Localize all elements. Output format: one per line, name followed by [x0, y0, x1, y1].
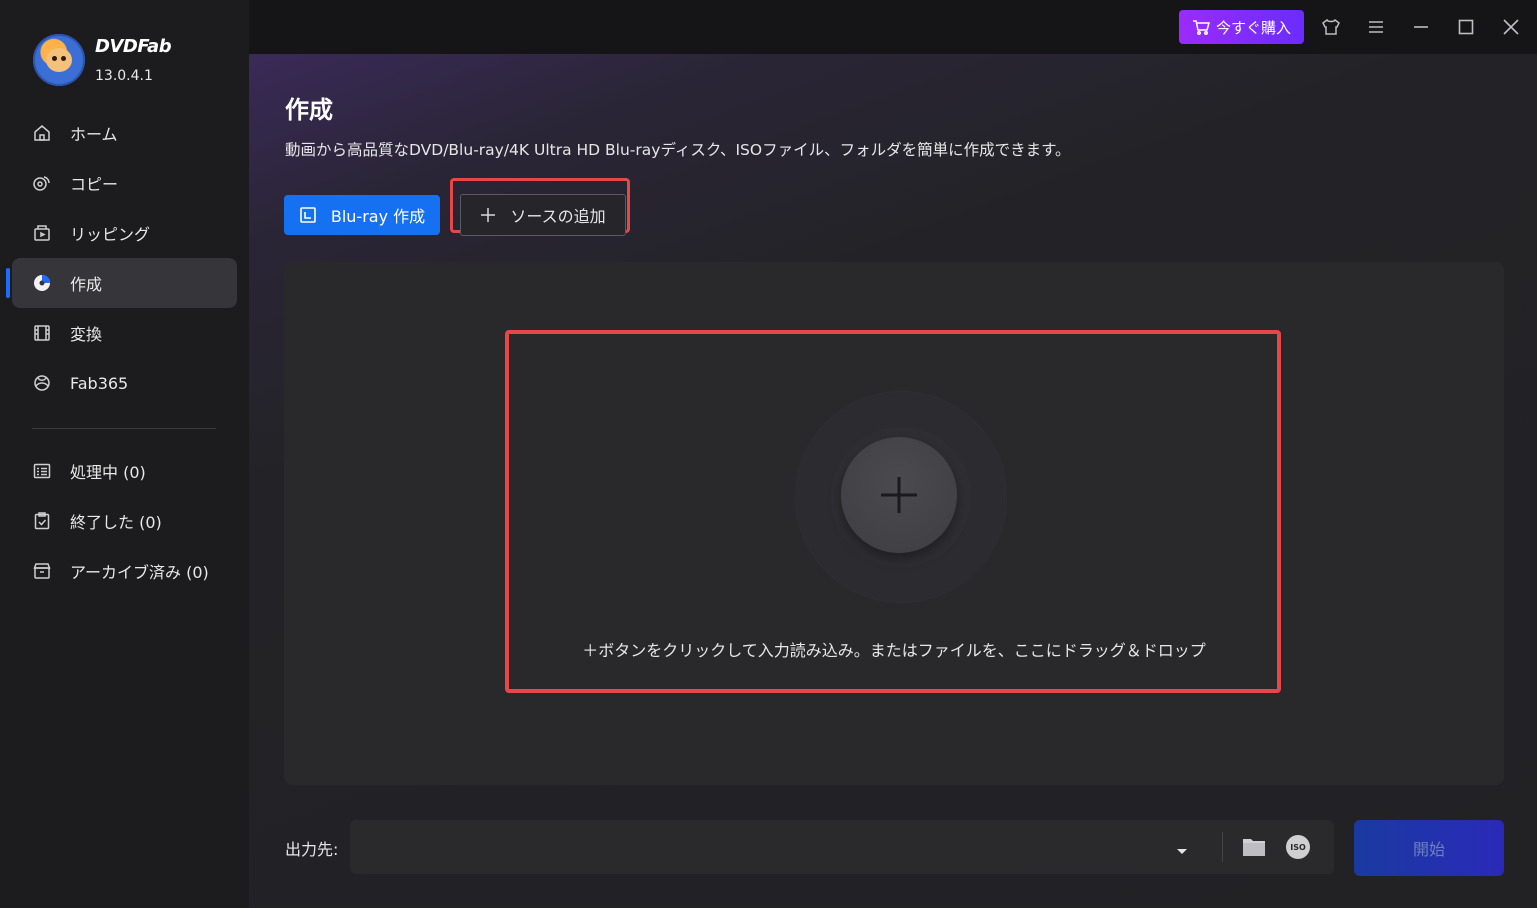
sidebar-item-label: 終了した (0)	[70, 513, 162, 532]
sidebar-item-label: リッピング	[70, 225, 151, 244]
logo-face	[46, 48, 72, 72]
app-logo-block: DVDFab 13.0.4.1	[33, 34, 233, 90]
brand-name: DVDFab	[95, 36, 172, 57]
mode-switch-icon	[300, 207, 316, 223]
menu-icon[interactable]	[1366, 17, 1386, 37]
processing-icon	[32, 461, 52, 481]
sidebar-item-home[interactable]: ホーム	[12, 108, 237, 158]
buy-now-label: 今すぐ購入	[1215, 18, 1291, 37]
sidebar-item-copy[interactable]: コピー	[12, 158, 237, 208]
archive-icon	[32, 561, 52, 581]
add-source-label: ソースの追加	[510, 207, 606, 226]
main-nav: ホーム コピー リッピング 作成 変換 Fab365	[0, 108, 249, 408]
sidebar-item-convert[interactable]: 変換	[12, 308, 237, 358]
output-label: 出力先:	[285, 840, 339, 859]
sidebar: DVDFab 13.0.4.1 ホーム コピー リッピング 作成 変換 Fab3…	[0, 0, 249, 908]
buy-now-button[interactable]: 今すぐ購入	[1179, 10, 1304, 44]
minimize-icon[interactable]	[1411, 17, 1431, 37]
home-icon	[32, 123, 52, 143]
copy-icon	[32, 173, 52, 193]
bluray-create-mode-button[interactable]: Blu-ray 作成	[284, 195, 440, 235]
output-path-field[interactable]: ISO	[350, 820, 1334, 874]
bluray-create-label: Blu-ray 作成	[330, 207, 426, 226]
logo-eye	[52, 56, 57, 61]
title-bar: 今すぐ購入	[249, 0, 1537, 54]
finished-icon	[32, 511, 52, 531]
create-disc-icon	[32, 273, 52, 293]
sidebar-item-ripping[interactable]: リッピング	[12, 208, 237, 258]
sidebar-item-create[interactable]: 作成	[6, 258, 237, 308]
add-source-button[interactable]: ソースの追加	[460, 194, 626, 236]
queue-nav: 処理中 (0) 終了した (0) アーカイブ済み (0)	[0, 446, 249, 596]
logo-eye	[61, 56, 66, 61]
page-title: 作成	[285, 96, 333, 124]
main-panel: 作成 動画から高品質なDVD/Blu-ray/4K Ultra HD Blu-r…	[249, 54, 1537, 908]
sidebar-item-label: アーカイブ済み (0)	[70, 563, 209, 582]
sidebar-item-label: ホーム	[70, 125, 118, 144]
skin-icon[interactable]	[1321, 17, 1341, 37]
plus-icon	[481, 208, 496, 222]
iso-icon[interactable]: ISO	[1286, 835, 1310, 859]
start-button[interactable]: 開始	[1354, 820, 1504, 876]
sidebar-item-archived[interactable]: アーカイブ済み (0)	[12, 546, 237, 596]
sidebar-item-label: 処理中 (0)	[70, 463, 146, 482]
sidebar-item-fab365[interactable]: Fab365	[12, 358, 237, 408]
chevron-down-icon[interactable]	[1176, 842, 1188, 854]
drop-zone[interactable]: ＋ボタンをクリックして入力読み込み。またはファイルを、ここにドラッグ＆ドロップ	[284, 262, 1504, 785]
sidebar-divider	[32, 428, 216, 429]
sidebar-item-finished[interactable]: 終了した (0)	[12, 496, 237, 546]
sidebar-item-processing[interactable]: 処理中 (0)	[12, 446, 237, 496]
folder-icon[interactable]	[1242, 836, 1266, 858]
add-file-plus-button[interactable]	[841, 437, 957, 553]
dvdfab-logo	[33, 34, 85, 86]
ripping-icon	[32, 223, 52, 243]
cart-icon	[1192, 20, 1210, 35]
convert-icon	[32, 323, 52, 343]
large-plus-icon	[881, 477, 917, 513]
sidebar-item-label: 作成	[70, 275, 103, 294]
sidebar-item-label: 変換	[70, 325, 103, 344]
close-icon[interactable]	[1501, 17, 1521, 37]
page-description: 動画から高品質なDVD/Blu-ray/4K Ultra HD Blu-rayデ…	[285, 141, 1071, 159]
sidebar-item-label: Fab365	[70, 373, 129, 393]
sidebar-item-label: コピー	[70, 175, 119, 194]
output-separator	[1222, 832, 1223, 862]
maximize-icon[interactable]	[1456, 17, 1476, 37]
drop-hint-text: ＋ボタンをクリックして入力読み込み。またはファイルを、ここにドラッグ＆ドロップ	[582, 641, 1206, 660]
fab365-icon	[32, 373, 52, 393]
app-version: 13.0.4.1	[95, 68, 153, 84]
